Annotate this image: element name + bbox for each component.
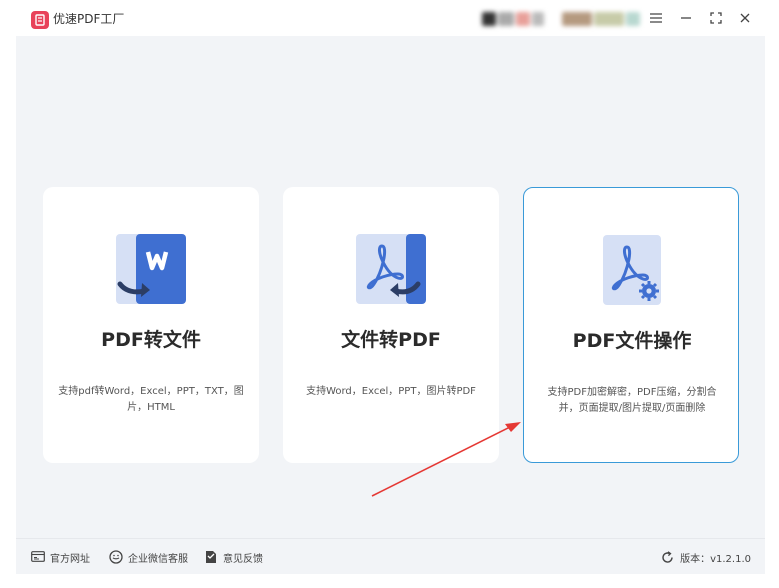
card-file-to-pdf[interactable]: 文件转PDF 支持Word，Excel，PPT，图片转PDF — [283, 187, 499, 463]
card-title: PDF转文件 — [101, 329, 201, 351]
feedback-link[interactable]: 意见反馈 — [204, 549, 263, 565]
app-logo-icon — [31, 11, 49, 29]
maximize-icon[interactable] — [708, 10, 724, 26]
footer-bar: 官方网址 企业微信客服 意见反馈 版本：v1.2.1.0 — [16, 538, 765, 574]
refresh-icon — [661, 550, 675, 564]
version-label: 版本：v1.2.1.0 — [680, 553, 751, 565]
pdf-to-word-icon — [114, 232, 188, 306]
title-bar: 优速PDF工厂 — [0, 0, 779, 36]
card-pdf-to-file[interactable]: PDF转文件 支持pdf转Word，Excel，PPT，TXT，图片，HTML — [43, 187, 259, 463]
minimize-icon[interactable] — [678, 10, 694, 26]
app-window: 优速PDF工厂 PDF转文件 支持pdf转Word，Excel，PPT，TXT，… — [0, 0, 779, 588]
official-site-link[interactable]: 官方网址 — [31, 549, 90, 565]
card-pdf-operations[interactable]: PDF文件操作 支持PDF加密解密，PDF压缩，分割合并，页面提取/图片提取/页… — [523, 187, 739, 463]
account-info-blurred — [482, 8, 544, 32]
wechat-service-link[interactable]: 企业微信客服 — [109, 549, 188, 565]
website-icon — [31, 550, 45, 564]
pdf-settings-icon — [595, 233, 669, 307]
official-site-label: 官方网址 — [50, 553, 90, 565]
close-icon[interactable] — [737, 10, 753, 26]
file-to-pdf-icon — [354, 232, 428, 306]
feedback-label: 意见反馈 — [223, 553, 263, 565]
wechat-service-icon — [109, 550, 123, 564]
user-info-blurred — [562, 8, 640, 32]
card-description: 支持PDF加密解密，PDF压缩，分割合并，页面提取/图片提取/页面删除 — [547, 387, 717, 414]
card-title: PDF文件操作 — [572, 330, 692, 352]
version-info[interactable]: 版本：v1.2.1.0 — [661, 549, 751, 565]
card-description: 支持pdf转Word，Excel，PPT，TXT，图片，HTML — [58, 386, 244, 413]
card-description: 支持Word，Excel，PPT，图片转PDF — [306, 386, 476, 397]
app-title: 优速PDF工厂 — [53, 12, 125, 26]
card-title: 文件转PDF — [341, 329, 441, 351]
menu-icon[interactable] — [648, 10, 664, 26]
wechat-service-label: 企业微信客服 — [128, 553, 188, 565]
main-panel: PDF转文件 支持pdf转Word，Excel，PPT，TXT，图片，HTML … — [16, 36, 765, 538]
feedback-icon — [204, 550, 218, 564]
